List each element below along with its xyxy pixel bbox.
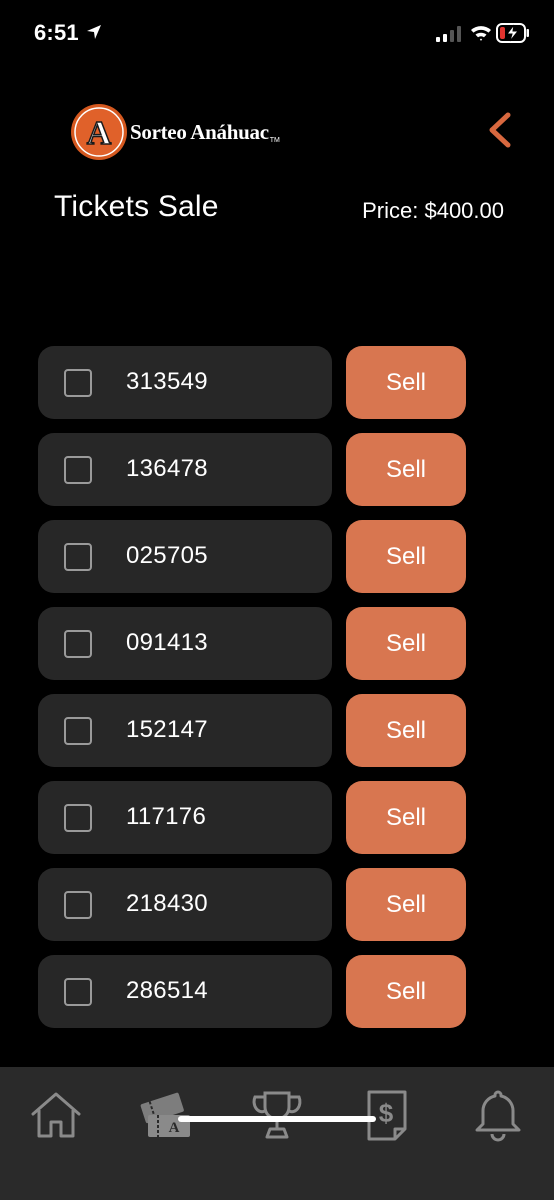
tab-home[interactable] [24,1085,88,1145]
sell-button[interactable]: Sell [346,868,466,941]
ticket-checkbox[interactable] [64,369,92,397]
sell-button[interactable]: Sell [346,781,466,854]
ticket-checkbox[interactable] [64,456,92,484]
sell-button[interactable]: Sell [346,955,466,1028]
svg-text:A: A [87,115,112,152]
tab-prizes[interactable] [245,1085,309,1145]
battery-charging-icon [496,22,530,49]
ticket-row: 136478 Sell [38,433,468,506]
ticket-checkbox[interactable] [64,804,92,832]
brand-logo: A Sorteo Anáhuac TM [70,104,280,160]
ticket-card: 152147 [38,694,332,767]
status-time: 6:51 [34,20,79,45]
ticket-card: 091413 [38,607,332,680]
ticket-row: 025705 Sell [38,520,468,593]
ticket-checkbox[interactable] [64,543,92,571]
chevron-left-icon [489,112,511,148]
status-bar: 6:51 [0,0,554,66]
page-title: Tickets Sale [54,190,219,223]
ticket-row: 218430 Sell [38,868,468,941]
ticket-checkbox[interactable] [64,978,92,1006]
ticket-card: 286514 [38,955,332,1028]
ticket-card: 117176 [38,781,332,854]
tickets-icon: A [140,1092,190,1137]
ticket-checkbox[interactable] [64,630,92,658]
ticket-card: 218430 [38,868,332,941]
ticket-number: 136478 [126,455,208,482]
trophy-icon [252,1091,302,1139]
back-button[interactable] [482,110,518,150]
sell-button[interactable]: Sell [346,433,466,506]
ticket-row: 313549 Sell [38,346,468,419]
ticket-card: 025705 [38,520,332,593]
ticket-number: 313549 [126,368,208,395]
sell-button[interactable]: Sell [346,346,466,419]
logo-text: Sorteo Anáhuac [130,119,269,144]
ticket-row: 152147 Sell [38,694,468,767]
ticket-number: 218430 [126,890,208,917]
tab-payments[interactable]: $ [355,1085,419,1145]
svg-text:A: A [169,1120,180,1136]
anahuac-shield-icon: A [71,104,127,160]
ticket-number: 152147 [126,716,208,743]
ticket-row: 091413 Sell [38,607,468,680]
tab-notifications[interactable] [466,1085,530,1145]
ticket-number: 117176 [126,803,207,830]
logo-trademark: TM [269,137,280,144]
ticket-card: 136478 [38,433,332,506]
ticket-list: 313549 Sell 136478 Sell 025705 Sell 0914… [38,346,468,1042]
sell-button[interactable]: Sell [346,520,466,593]
ticket-row: 286514 Sell [38,955,468,1028]
home-icon [31,1092,81,1138]
cellular-signal-icon [436,26,462,47]
svg-text:$: $ [379,1098,394,1128]
ticket-card: 313549 [38,346,332,419]
ticket-number: 091413 [126,629,208,656]
ticket-price: Price: $400.00 [362,198,504,223]
ticket-checkbox[interactable] [64,891,92,919]
receipt-dollar-icon: $ [367,1090,407,1141]
ticket-number: 025705 [126,542,208,569]
location-arrow-icon [86,24,102,45]
tab-bar: A $ [0,1067,554,1200]
wifi-icon [470,24,492,47]
tab-tickets[interactable]: A [134,1085,198,1145]
ticket-number: 286514 [126,977,208,1004]
home-indicator [178,1116,376,1122]
bell-icon [475,1090,521,1142]
sell-button[interactable]: Sell [346,694,466,767]
ticket-checkbox[interactable] [64,717,92,745]
ticket-row: 117176 Sell [38,781,468,854]
sell-button[interactable]: Sell [346,607,466,680]
